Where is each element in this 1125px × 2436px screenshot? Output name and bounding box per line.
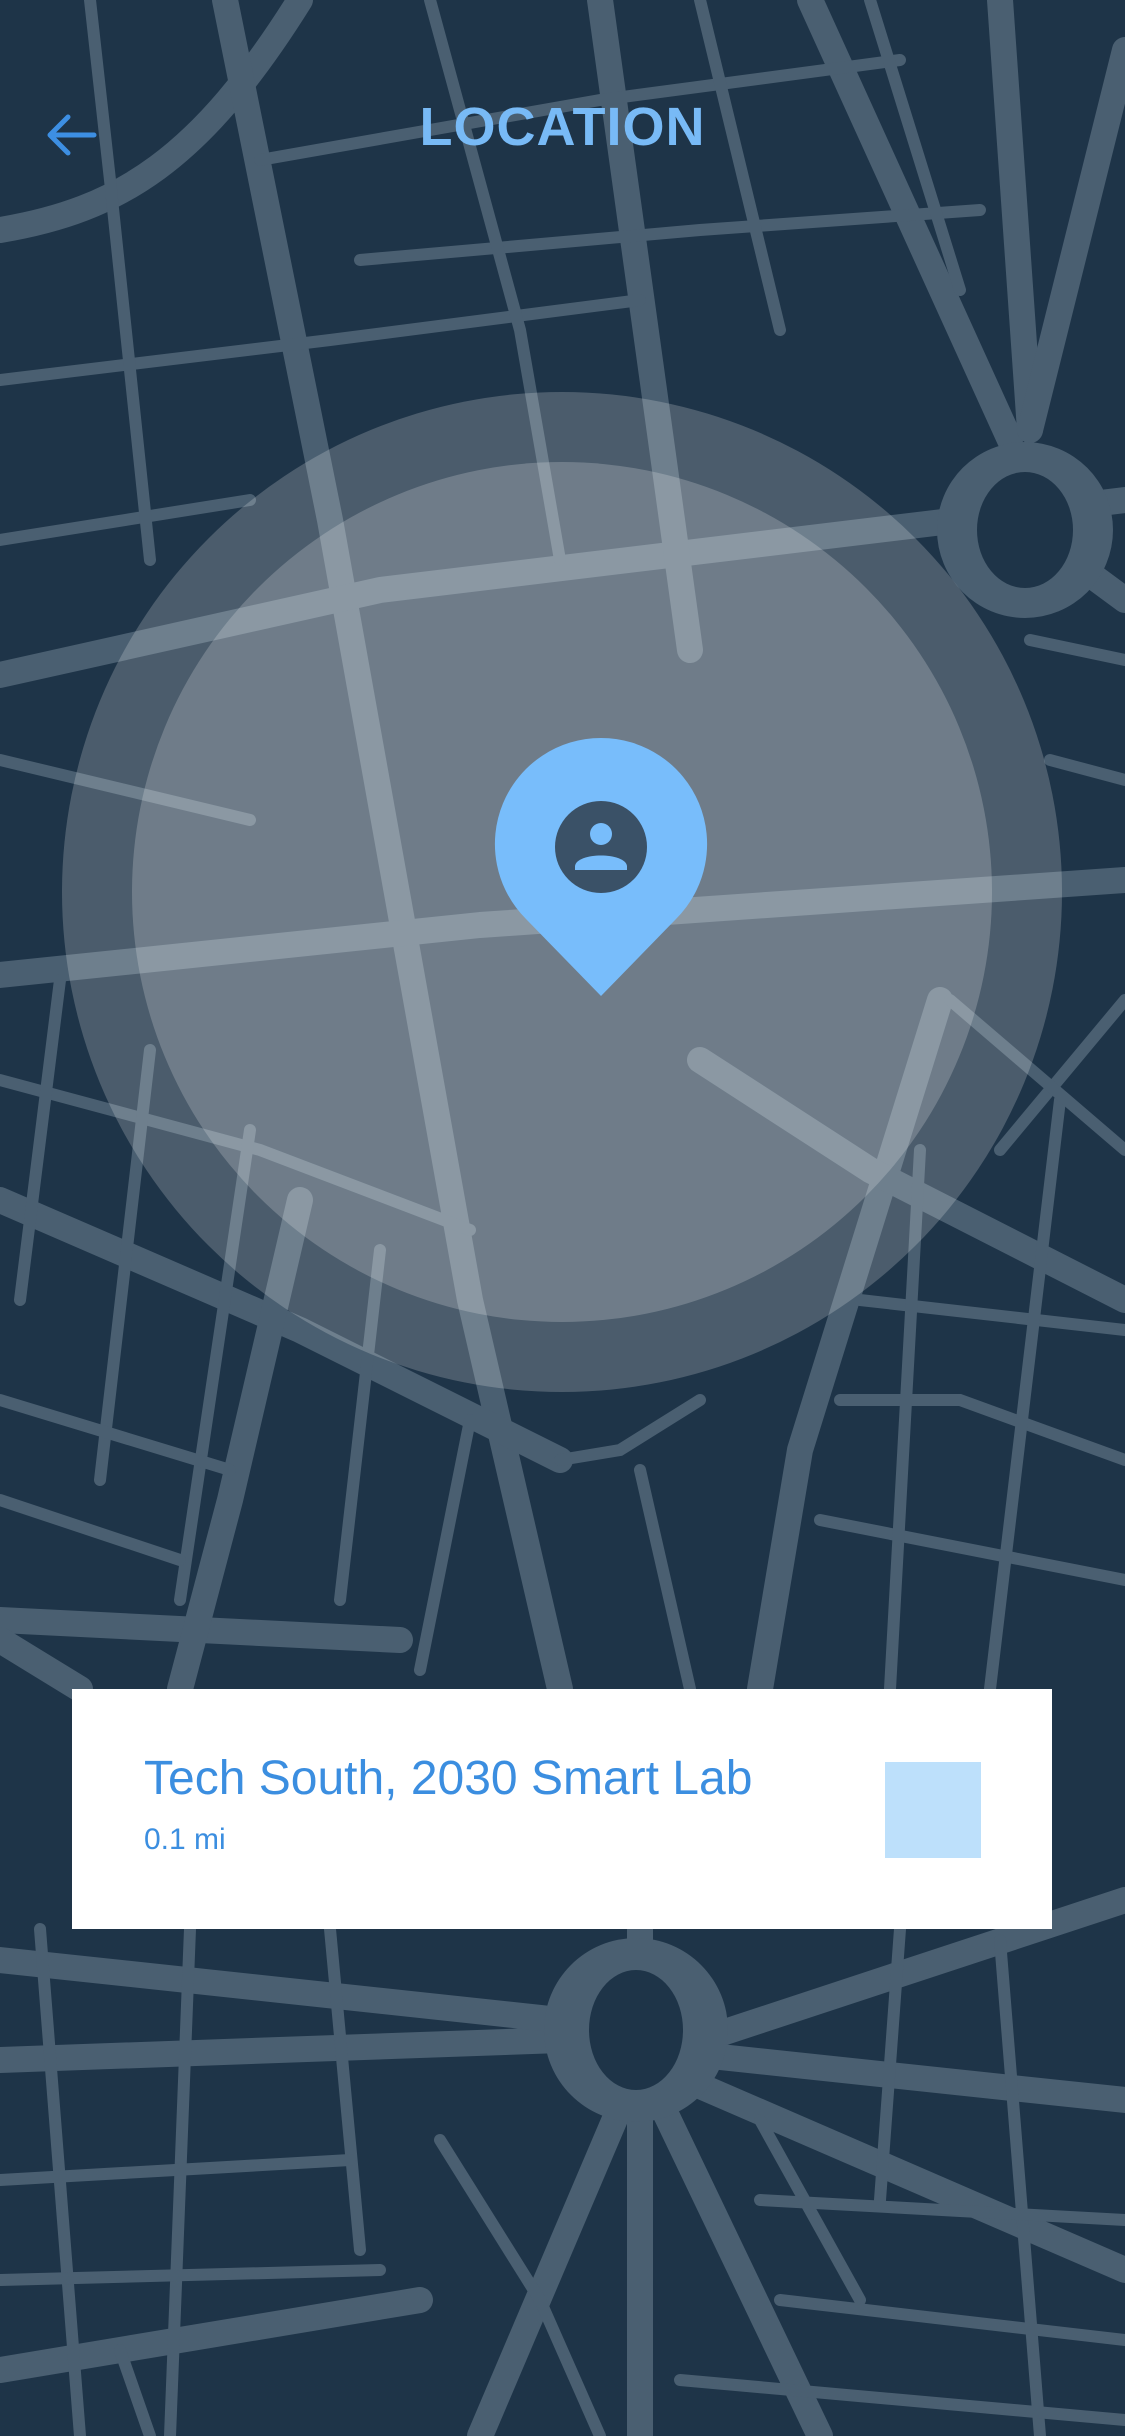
- location-result-card[interactable]: Tech South, 2030 Smart Lab 0.1 mi: [72, 1689, 1052, 1929]
- location-thumbnail: [885, 1762, 981, 1858]
- location-name: Tech South, 2030 Smart Lab: [144, 1752, 753, 1805]
- location-pin[interactable]: [490, 737, 712, 1000]
- location-distance: 0.1 mi: [144, 1823, 226, 1856]
- map-pin-person-icon: [494, 737, 708, 996]
- page-title: LOCATION: [419, 97, 706, 157]
- top-bar: LOCATION: [0, 0, 1125, 260]
- roundabout-south-center: [589, 1970, 683, 2090]
- map[interactable]: [0, 0, 1125, 2436]
- roundabout-north-center: [977, 472, 1073, 588]
